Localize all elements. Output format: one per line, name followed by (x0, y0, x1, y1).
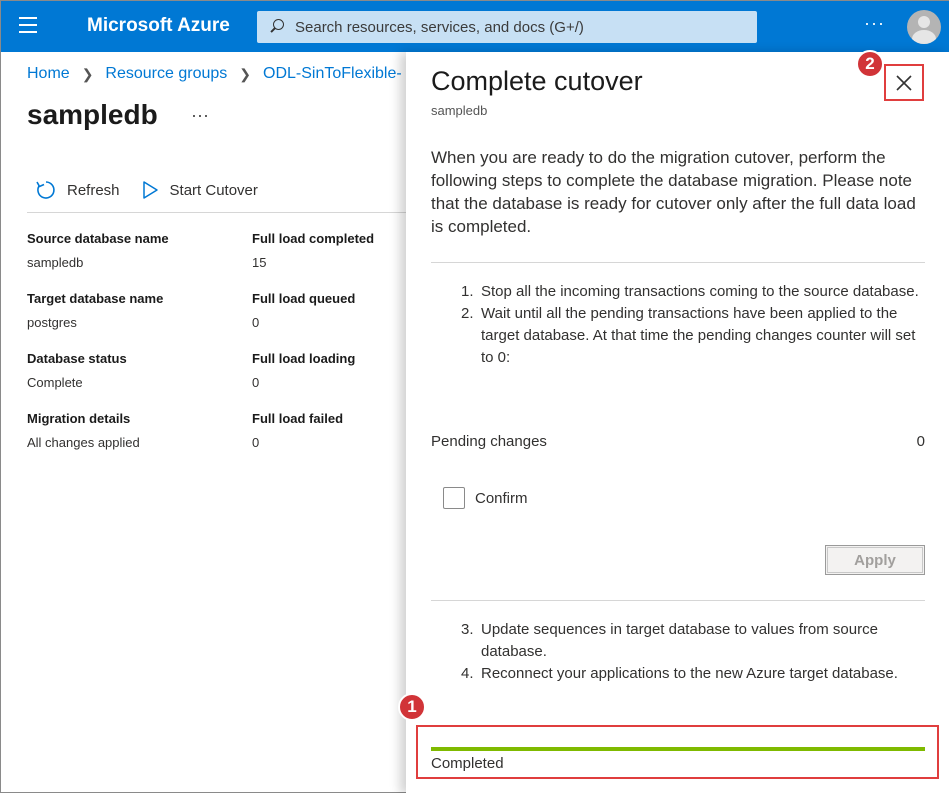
start-cutover-button[interactable]: Start Cutover (140, 180, 258, 200)
prop-migration-details: Migration details All changes applied (27, 411, 140, 450)
prop-label: Migration details (27, 411, 131, 426)
search-input[interactable] (295, 18, 735, 36)
prop-value: 15 (252, 255, 267, 270)
more-options-icon[interactable]: ··· (864, 13, 885, 34)
step-item: 2. Wait until all the pending transactio… (461, 303, 921, 369)
start-cutover-label: Start Cutover (169, 181, 258, 199)
prop-database-status: Database status Complete (27, 351, 127, 390)
prop-target-database: Target database name postgres (27, 291, 163, 330)
menu-icon[interactable] (19, 17, 41, 35)
command-bar: Refresh Start Cutover (35, 179, 278, 201)
prop-value: sampledb (27, 255, 84, 270)
step-item: 3. Update sequences in target database t… (461, 619, 921, 663)
step-text: Reconnect your applications to the new A… (481, 665, 898, 682)
step-text: Wait until all the pending transactions … (481, 305, 916, 366)
step-number: 3. (461, 621, 474, 638)
confirm-checkbox[interactable]: Confirm (443, 487, 528, 509)
step-text: Update sequences in target database to v… (481, 621, 878, 660)
top-navigation-bar: Microsoft Azure ··· (1, 1, 949, 52)
checkbox-box[interactable] (443, 487, 465, 509)
panel-title: Complete cutover (431, 66, 643, 96)
complete-cutover-panel: Complete cutover sampledb 2 When you are… (398, 50, 949, 793)
search-icon (269, 19, 285, 35)
prop-value: 0 (252, 375, 260, 390)
step-number: 2. (461, 305, 474, 322)
step-number: 1. (461, 283, 474, 300)
prop-label: Full load completed (252, 231, 375, 246)
chevron-right-icon: ❯ (239, 65, 251, 82)
step-item: 1. Stop all the incoming transactions co… (461, 281, 921, 303)
apply-button[interactable]: Apply (825, 545, 925, 575)
step-text: Stop all the incoming transactions comin… (481, 283, 919, 300)
prop-full-load-queued: Full load queued 0 (252, 291, 355, 330)
breadcrumb-home[interactable]: Home (27, 65, 70, 83)
pending-changes-value: 0 (916, 433, 925, 450)
page-title: sampledb (27, 99, 158, 130)
migration-progress: Completed (416, 725, 939, 779)
progress-bar (431, 747, 925, 751)
cutover-instructions: When you are ready to do the migration c… (431, 148, 916, 236)
prop-value: Complete (27, 375, 83, 390)
chevron-right-icon: ❯ (81, 65, 94, 82)
search-box[interactable] (257, 11, 757, 43)
steps-list-b: 3. Update sequences in target database t… (461, 619, 921, 685)
progress-status: Completed (431, 755, 504, 772)
refresh-button[interactable]: Refresh (35, 179, 120, 201)
refresh-label: Refresh (67, 181, 120, 199)
prop-value: 0 (252, 315, 260, 330)
panel-subtitle: sampledb (431, 103, 488, 118)
prop-label: Database status (27, 351, 127, 366)
brand-title[interactable]: Microsoft Azure (87, 15, 230, 37)
breadcrumb-resource-groups[interactable]: Resource groups (105, 65, 227, 83)
prop-value: 0 (252, 435, 260, 450)
refresh-icon (36, 181, 55, 199)
user-avatar[interactable] (907, 10, 941, 44)
prop-full-load-loading: Full load loading 0 (252, 351, 355, 390)
annotation-badge-2: 2 (856, 50, 884, 78)
pending-changes-label: Pending changes (431, 433, 547, 450)
prop-value: All changes applied (27, 435, 140, 450)
prop-value: postgres (27, 315, 77, 330)
prop-label: Full load loading (252, 351, 356, 366)
prop-label: Full load failed (252, 411, 344, 426)
prop-label: Target database name (27, 291, 164, 306)
play-icon (142, 181, 158, 199)
prop-full-load-completed: Full load completed 15 (252, 231, 374, 270)
prop-label: Full load queued (252, 291, 356, 306)
divider (27, 212, 407, 213)
breadcrumb: Home ❯ Resource groups ❯ ODL-SinToFlexib… (27, 65, 402, 83)
pending-changes-row: Pending changes 0 (431, 433, 925, 450)
prop-source-database: Source database name sampledb (27, 231, 169, 270)
steps-list-a: 1. Stop all the incoming transactions co… (461, 281, 921, 369)
progress-fill (431, 747, 925, 751)
annotation-badge-1: 1 (398, 693, 426, 721)
divider (431, 600, 925, 601)
divider (431, 262, 925, 263)
step-number: 4. (461, 665, 474, 682)
close-icon (896, 74, 912, 91)
close-button[interactable] (884, 64, 924, 101)
page-more-icon[interactable]: ··· (191, 105, 209, 126)
confirm-label: Confirm (475, 489, 528, 507)
step-item: 4. Reconnect your applications to the ne… (461, 663, 921, 685)
prop-full-load-failed: Full load failed 0 (252, 411, 343, 450)
breadcrumb-resource-group[interactable]: ODL-SinToFlexible- (263, 65, 402, 83)
prop-label: Source database name (27, 231, 169, 246)
